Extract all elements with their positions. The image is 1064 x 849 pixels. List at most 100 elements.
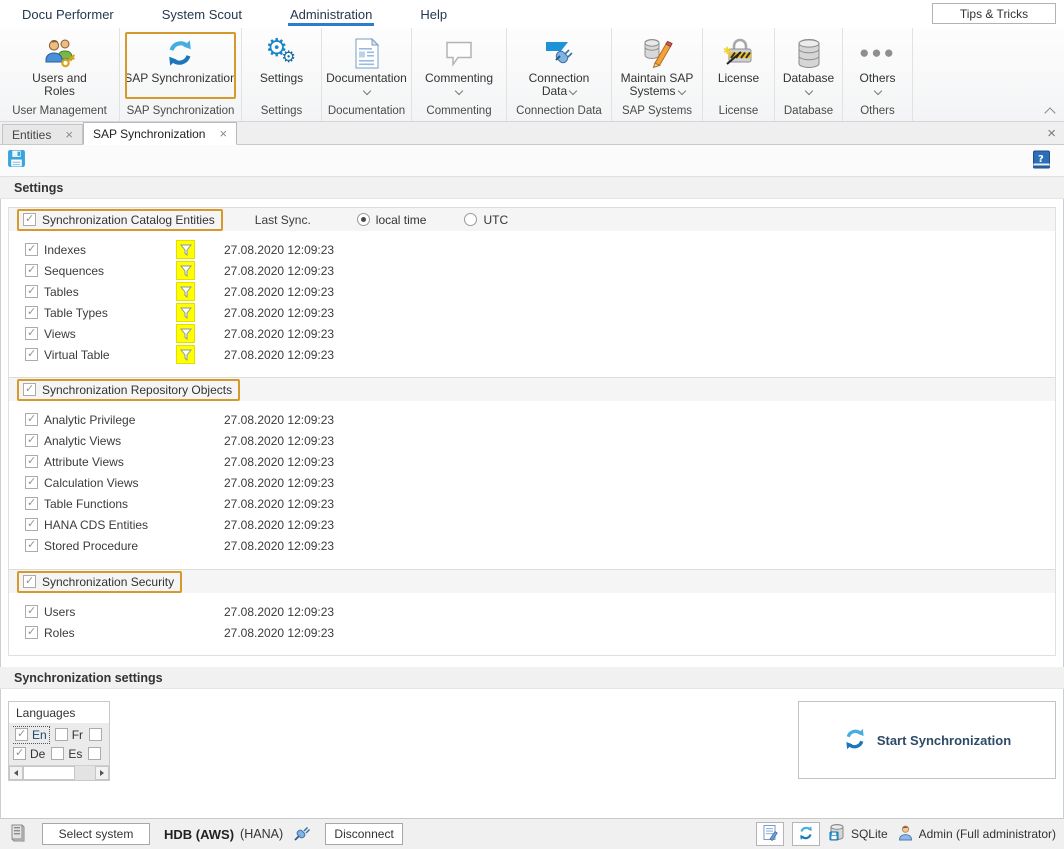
ribbon-button-label: Maintain SAP Systems [611,72,703,98]
report-button[interactable] [756,822,784,846]
menubar: Docu Performer System Scout Administrati… [0,0,1064,28]
language-option-clipped[interactable] [89,728,102,741]
radio-utc[interactable]: UTC [464,213,508,227]
checkbox [89,728,102,741]
list-item: Tables 27.08.2020 12:09:23 [9,281,1055,302]
tab-label: SAP Synchronization [93,127,206,141]
menu-docu-performer[interactable]: Docu Performer [20,2,116,26]
connection-data-button[interactable]: Connection Data [522,32,596,98]
commenting-button[interactable]: Commenting [425,32,493,94]
documentation-button[interactable]: Documentation [326,32,407,94]
filter-icon[interactable] [176,324,195,343]
tab-entities[interactable]: Entities × [2,124,83,144]
license-button[interactable]: ✱ License [718,32,759,85]
refresh-button[interactable] [792,822,820,846]
checkbox[interactable] [25,605,38,618]
maintain-sap-systems-button[interactable]: Maintain SAP Systems [611,32,703,98]
ribbon-group-others: ●●● Others Others [843,28,913,121]
settings-section-header: Settings [0,177,1064,199]
radio-label: UTC [483,213,508,227]
checkbox-catalog-entities[interactable] [23,213,36,226]
sync-settings-section-header: Synchronization settings [0,667,1064,689]
checkbox [13,747,26,760]
scroll-left-icon[interactable] [9,766,23,780]
checkbox[interactable] [25,497,38,510]
ribbon-group-settings: ⚙⚙ Settings Settings [242,28,322,121]
checkbox[interactable] [25,476,38,489]
languages-scrollbar[interactable] [9,765,109,780]
checkbox[interactable] [25,413,38,426]
checkbox[interactable] [25,285,38,298]
languages-groupbox: Languages En Fr De [8,701,110,781]
language-option-fr[interactable]: Fr [55,728,83,742]
others-button[interactable]: ●●● Others [859,32,896,94]
radio-local-time[interactable]: local time [357,213,427,227]
users-and-roles-button[interactable]: Users and Roles [25,32,95,98]
checkbox[interactable] [25,434,38,447]
settings-button[interactable]: ⚙⚙ Settings [260,32,303,85]
checkbox[interactable] [25,327,38,340]
menu-administration[interactable]: Administration [288,2,374,26]
language-option-clipped[interactable] [88,747,101,760]
menu-system-scout[interactable]: System Scout [160,2,244,26]
radio-icon [464,213,477,226]
checkbox[interactable] [25,306,38,319]
checkbox-repository-objects[interactable] [23,383,36,396]
checkbox[interactable] [25,539,38,552]
server-icon [8,822,28,846]
svg-text:?: ? [1038,154,1044,165]
database-icon [795,34,823,72]
checkbox[interactable] [25,518,38,531]
select-system-button[interactable]: Select system [42,823,150,845]
tab-sap-synchronization[interactable]: SAP Synchronization × [83,122,237,145]
chevron-down-icon [569,87,577,95]
ribbon-button-label: Settings [260,72,303,85]
menu-help[interactable]: Help [418,2,449,26]
language-option-en[interactable]: En [13,727,49,743]
close-icon[interactable]: × [1047,126,1056,141]
scrollbar-thumb[interactable] [23,766,75,780]
list-item: Sequences 27.08.2020 12:09:23 [9,260,1055,281]
language-option-es[interactable]: Es [51,747,82,761]
save-button[interactable] [7,149,26,171]
checkbox[interactable] [25,243,38,256]
save-icon [7,157,26,171]
list-item: Analytic Views 27.08.2020 12:09:23 [9,430,1055,451]
ribbon-group-connection-data: Connection Data Connection Data [507,28,612,121]
database-button[interactable]: Database [783,32,834,94]
tips-and-tricks-button[interactable]: Tips & Tricks [932,3,1056,24]
filter-icon[interactable] [176,240,195,259]
svg-text:✱: ✱ [723,46,731,57]
sap-sync-icon [165,34,195,72]
tabbar: Entities × SAP Synchronization × × [0,122,1064,145]
help-button[interactable]: ? [1032,150,1051,172]
connected-system-type: (HANA) [240,827,283,841]
checkbox [51,747,64,760]
checkbox[interactable] [25,455,38,468]
list-item: HANA CDS Entities 27.08.2020 12:09:23 [9,514,1055,535]
filter-icon[interactable] [176,282,195,301]
close-icon[interactable]: × [219,127,227,140]
checkbox[interactable] [25,626,38,639]
section-title: Synchronization Security [42,575,174,589]
checkbox[interactable] [25,264,38,277]
scroll-right-icon[interactable] [95,766,109,780]
document-toolbar: ? [0,145,1064,177]
sqlite-database-icon [828,823,846,845]
start-synchronization-button[interactable]: Start Synchronization [798,701,1056,779]
ribbon-collapse-icon[interactable] [1044,107,1055,118]
checkbox-security[interactable] [23,575,36,588]
language-option-de[interactable]: De [13,747,45,761]
filter-icon[interactable] [176,345,195,364]
sap-synchronization-button[interactable]: SAP Synchronization [124,32,237,85]
ribbon-group-label: Connection Data [507,103,611,121]
filter-icon[interactable] [176,261,195,280]
sync-icon [798,825,814,844]
disconnect-button[interactable]: Disconnect [325,823,403,845]
section-header-repository-objects: Synchronization Repository Objects [9,377,1055,401]
close-icon[interactable]: × [65,128,73,141]
checkbox[interactable] [25,348,38,361]
filter-icon[interactable] [176,303,195,322]
list-item: Views 27.08.2020 12:09:23 [9,323,1055,344]
help-book-icon: ? [1032,158,1051,172]
